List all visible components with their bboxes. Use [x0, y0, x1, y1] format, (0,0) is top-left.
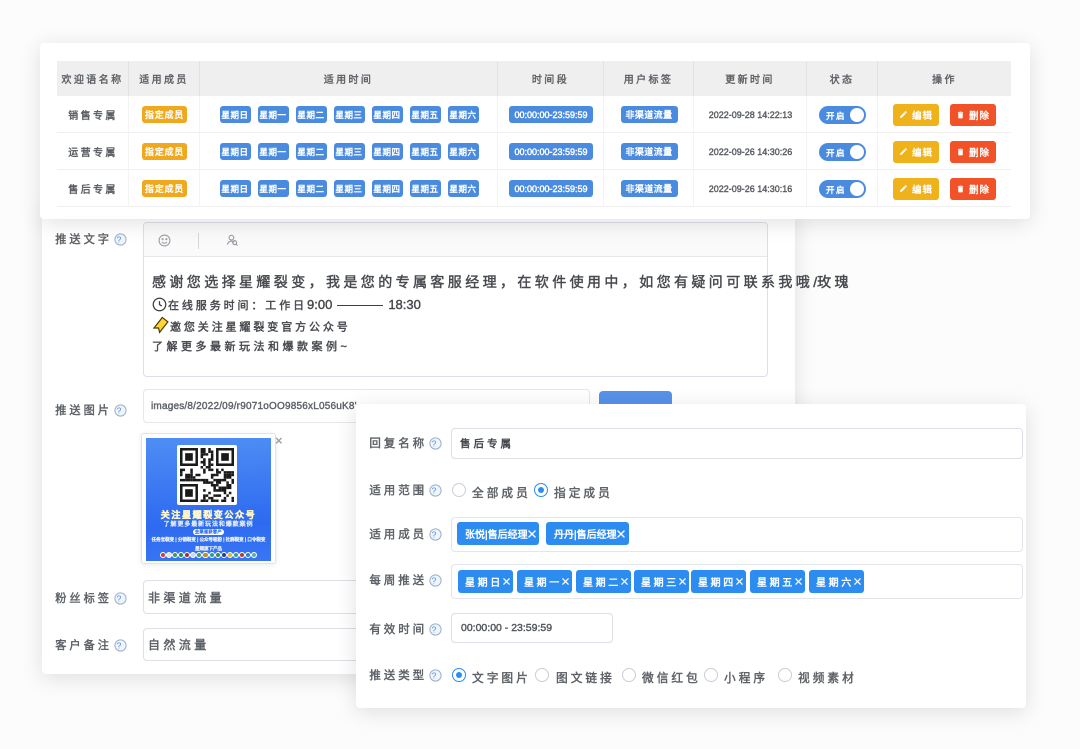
svg-text:?: ?	[432, 670, 440, 680]
svg-text:?: ?	[117, 405, 125, 415]
svg-text:?: ?	[117, 234, 125, 244]
svg-text:?: ?	[117, 640, 125, 650]
svg-text:?: ?	[432, 575, 440, 585]
svg-text:?: ?	[432, 485, 440, 495]
svg-text:?: ?	[432, 438, 440, 448]
svg-text:?: ?	[432, 529, 440, 539]
svg-text:?: ?	[117, 593, 125, 603]
svg-text:?: ?	[432, 624, 440, 634]
